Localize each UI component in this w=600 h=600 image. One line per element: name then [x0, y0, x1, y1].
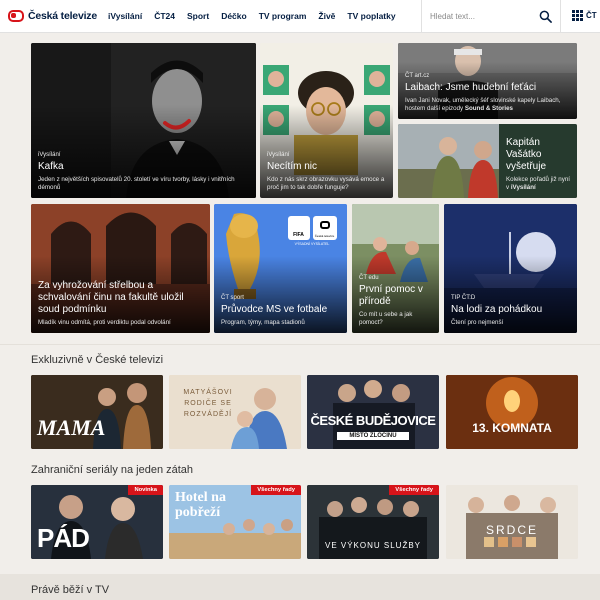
- hero-card-na-lodi[interactable]: TIP ČT:D Na lodi za pohádkou Čtení pro n…: [444, 204, 577, 333]
- nav-zive[interactable]: Živě: [318, 11, 335, 21]
- komnata-image: [446, 375, 578, 449]
- section-title-foreign: Zahraniční seriály na jeden zátah: [31, 464, 194, 476]
- ct-logo[interactable]: Česká televize: [8, 10, 108, 22]
- hero-card-necitim-nic[interactable]: iVysílání Necítím nic Kdo z nás skrz obr…: [260, 43, 393, 198]
- lodi-tag: TIP ČT:D: [451, 294, 476, 301]
- kafka-tag: iVysílání: [38, 151, 61, 158]
- prvnipomoc-tag: ČT edu: [359, 274, 379, 281]
- kafka-text: iVysílání Kafka Jeden z největších spiso…: [38, 152, 250, 192]
- kafka-title[interactable]: Kafka: [38, 161, 250, 173]
- show-card-matyasovi[interactable]: MATYÁŠOVI RODIČE SE ROZVÁDĚJÍ: [169, 375, 301, 449]
- badge-vsechny-rady: Všechny řady: [251, 485, 301, 495]
- srdce-image: [446, 485, 578, 559]
- necitim-text: iVysílání Necítím nic Kdo z nás skrz obr…: [267, 152, 387, 192]
- prvnipomoc-text: ČT edu První pomoc v přírodě Co mít u se…: [359, 275, 433, 327]
- search-input[interactable]: Hledat text...: [421, 0, 561, 33]
- hero-card-kafka[interactable]: iVysílání Kafka Jeden z největších spiso…: [31, 43, 256, 198]
- nav-ivysilani[interactable]: iVysílání: [108, 11, 142, 21]
- show-card-ve-vykonu-sluzby[interactable]: Všechny řady VE VÝKONU SLUŽBY: [307, 485, 439, 559]
- hero-card-vyhrozovani[interactable]: Za vyhrožování střelbou a schvalování či…: [31, 204, 210, 333]
- section-title-now-on-tv: Právě běží v TV: [31, 584, 110, 596]
- laibach-desc: Ivan Jani Novak, umělecký šéf slovinské …: [405, 96, 561, 112]
- ms-logos: FIFA Česká televize VÝSADNÍ VYSÍLATEL: [284, 216, 340, 246]
- ms-text: ČT sport Průvodce MS ve fotbale Program,…: [221, 295, 341, 327]
- necitim-title[interactable]: Necítím nic: [267, 161, 387, 173]
- vasatko-desc: Kolekce pořadů již nyní v iVysílání: [506, 175, 570, 191]
- lodi-text: TIP ČT:D Na lodi za pohádkou Čtení pro n…: [451, 295, 571, 327]
- necitim-desc: Kdo z nás skrz obrazovku vysává emoce a …: [267, 175, 385, 191]
- srdce-title: SRDCE: [485, 523, 538, 537]
- necitim-tag: iVysílání: [267, 151, 290, 158]
- show-card-mama[interactable]: MAMA: [31, 375, 163, 449]
- ct-logo-text: Česká televize: [28, 10, 97, 22]
- grid-icon: [572, 10, 583, 21]
- portal-menu-label: ČT: [586, 11, 597, 20]
- show-card-hotel-na-pobrezi[interactable]: Všechny řady Hotel na pobřeží: [169, 485, 301, 559]
- ct-logo-icon: [8, 10, 24, 22]
- ms-logo-caption: VÝSADNÍ VYSÍLATEL: [294, 242, 330, 246]
- laibach-text: ČT art.cz Laibach: Jsme hudební feťáci I…: [405, 73, 571, 113]
- ms-title[interactable]: Průvodce MS ve fotbale: [221, 304, 341, 316]
- kafka-desc: Jeden z největších spisovatelů 20. stole…: [38, 175, 235, 191]
- show-card-13-komnata[interactable]: 13. KOMNATA: [446, 375, 578, 449]
- section-divider: [0, 344, 600, 345]
- vyhrozovani-title[interactable]: Za vyhrožování střelbou a schvalování či…: [38, 280, 204, 316]
- pad-title: PÁD: [37, 523, 90, 553]
- hotel-title: Hotel na pobřeží: [175, 490, 226, 520]
- site-header: Česká televize iVysílání ČT24 Sport Déčk…: [0, 0, 600, 33]
- nav-decko[interactable]: Déčko: [221, 11, 247, 21]
- ct-small-logo: Česká televize: [312, 216, 337, 240]
- matyasovi-title: MATYÁŠOVI RODIČE SE ROZVÁDĚJÍ: [183, 389, 233, 419]
- hero-card-laibach[interactable]: ČT art.cz Laibach: Jsme hudební feťáci I…: [398, 43, 577, 119]
- nav-ct24[interactable]: ČT24: [154, 11, 175, 21]
- portal-menu-button[interactable]: ČT: [572, 10, 597, 21]
- hero-card-prvni-pomoc[interactable]: ČT edu První pomoc v přírodě Co mít u se…: [352, 204, 439, 333]
- nav-tv-poplatky[interactable]: TV poplatky: [347, 11, 395, 21]
- badge-novinka: Novinka: [128, 485, 163, 495]
- vyhrozovani-desc: Mladík vinu odmítá, proti verdiktu podal…: [38, 318, 171, 326]
- badge-vsechny-rady: Všechny řady: [389, 485, 439, 495]
- mama-title: MAMA: [37, 415, 106, 440]
- prvnipomoc-desc: Co mít u sebe a jak pomoct?: [359, 310, 413, 326]
- ms-desc: Program, týmy, mapa stadionů: [221, 318, 305, 326]
- search-icon[interactable]: [539, 10, 552, 23]
- lodi-title[interactable]: Na lodi za pohádkou: [451, 304, 571, 316]
- main-nav: iVysílání ČT24 Sport Déčko TV program Ži…: [108, 0, 408, 33]
- show-card-ceske-budejovice[interactable]: ČESKÉ BUDĚJOVICE MÍSTO ZLOČINU: [307, 375, 439, 449]
- laibach-tag: ČT art.cz: [405, 72, 430, 79]
- budejovice-subtitle: MÍSTO ZLOČINU: [337, 432, 409, 440]
- search-placeholder: Hledat text...: [430, 12, 475, 21]
- vykonu-title: VE VÝKONU SLUŽBY: [324, 541, 422, 550]
- komnata-title: 13. KOMNATA: [472, 421, 552, 435]
- hero-card-ms-fotbal[interactable]: FIFA Česká televize VÝSADNÍ VYSÍLATEL ČT…: [214, 204, 347, 333]
- show-card-pad[interactable]: Novinka PÁD: [31, 485, 163, 559]
- prvnipomoc-title[interactable]: První pomoc v přírodě: [359, 284, 433, 308]
- nav-sport[interactable]: Sport: [187, 11, 209, 21]
- show-card-srdce[interactable]: SRDCE: [446, 485, 578, 559]
- budejovice-title: ČESKÉ BUDĚJOVICE: [310, 413, 436, 428]
- lodi-desc: Čtení pro nejmenší: [451, 318, 504, 326]
- vasatko-text: Kapitán Vašátko vyšetřuje Kolekce pořadů…: [506, 137, 571, 192]
- vyhrozovani-text: Za vyhrožování střelbou a schvalování či…: [38, 280, 204, 327]
- hero-card-vasatko[interactable]: Kapitán Vašátko vyšetřuje Kolekce pořadů…: [398, 124, 577, 198]
- fifa-logo: FIFA: [287, 216, 310, 240]
- section-title-exclusive: Exkluzivně v České televizi: [31, 354, 164, 366]
- ms-tag: ČT sport: [221, 294, 244, 301]
- laibach-title[interactable]: Laibach: Jsme hudební feťáci: [405, 82, 571, 94]
- vasatko-title[interactable]: Kapitán Vašátko vyšetřuje: [506, 137, 571, 173]
- nav-tv-program[interactable]: TV program: [259, 11, 307, 21]
